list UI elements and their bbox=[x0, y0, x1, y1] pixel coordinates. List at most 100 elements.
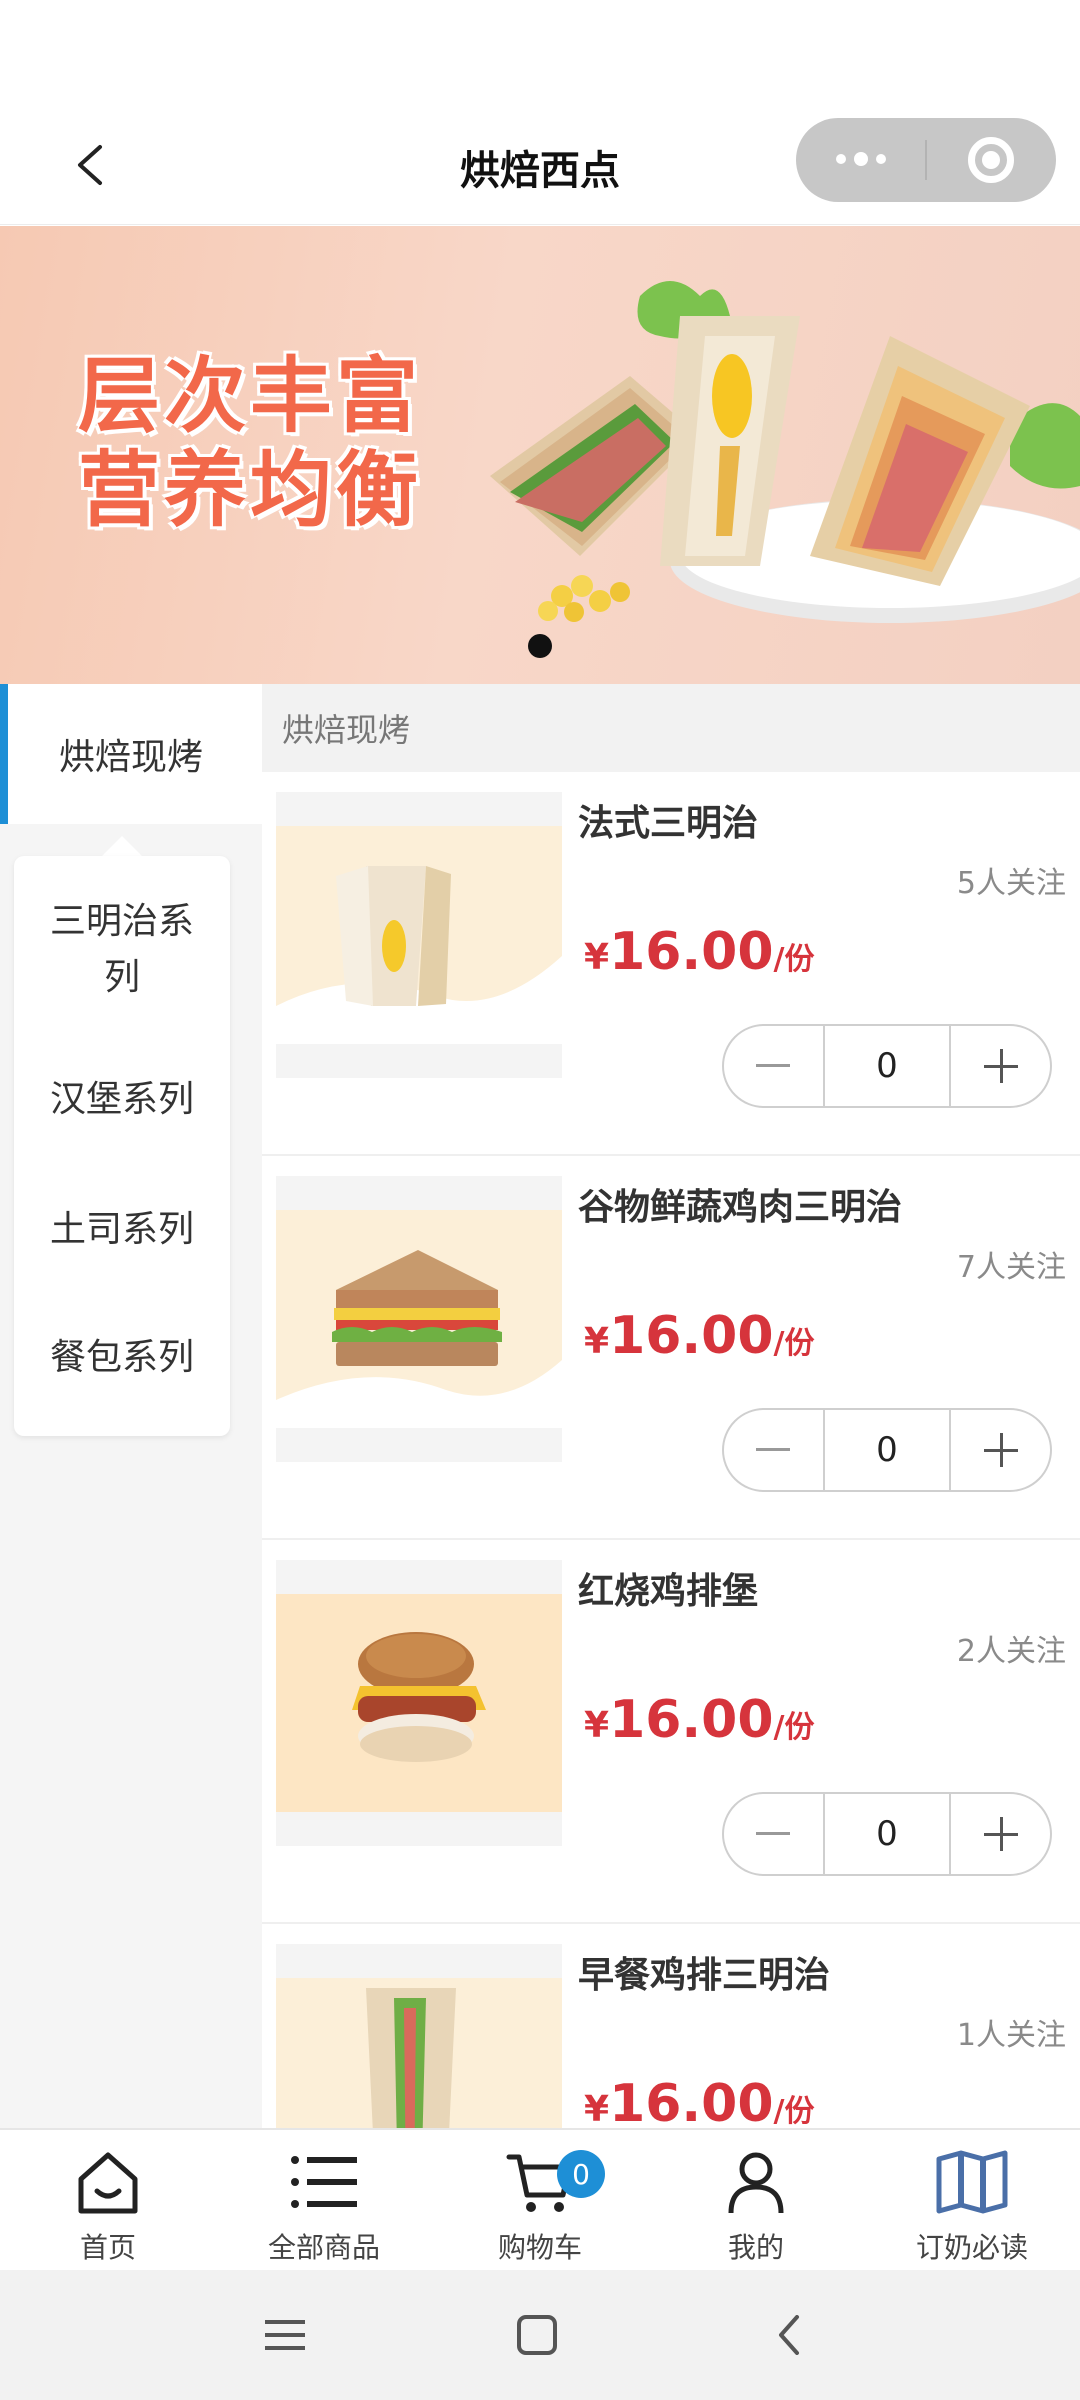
tab-cart-label: 购物车 bbox=[497, 2231, 582, 2264]
status-area bbox=[0, 0, 1080, 110]
subcategory-item-burger[interactable]: 汉堡系列 bbox=[14, 1072, 230, 1128]
price-currency: ¥ bbox=[584, 937, 610, 978]
tab-all-products-label: 全部商品 bbox=[267, 2231, 380, 2264]
quantity-stepper: 0 bbox=[722, 1024, 1052, 1108]
more-button[interactable] bbox=[796, 118, 925, 202]
menu-icon bbox=[265, 2320, 305, 2350]
product-price: ¥16.00/份 bbox=[584, 2074, 815, 2128]
promo-banner[interactable]: 层次丰富 营养均衡 bbox=[0, 226, 1080, 684]
product-price: ¥16.00/份 bbox=[584, 1306, 815, 1366]
decrease-button[interactable] bbox=[724, 1794, 823, 1874]
product-name[interactable]: 红烧鸡排堡 bbox=[578, 1562, 758, 1614]
category-sidebar: 烘焙现烤 三明治系 列 汉堡系列 土司系列 餐包系列 bbox=[0, 684, 262, 2128]
tab-guide[interactable]: 订奶必读 bbox=[864, 2130, 1080, 2272]
quantity-stepper: 0 bbox=[722, 1408, 1052, 1492]
minus-icon bbox=[756, 1448, 791, 1451]
product-image[interactable] bbox=[276, 1944, 562, 2128]
price-value: 16.00 bbox=[609, 2074, 774, 2128]
carousel-indicator-dot[interactable] bbox=[528, 634, 552, 658]
product-followers: 7人关注 bbox=[956, 1250, 1066, 1285]
tab-mine[interactable]: 我的 bbox=[648, 2130, 864, 2272]
product-item[interactable]: 红烧鸡排堡 2人关注 ¥16.00/份 0 bbox=[262, 1540, 1080, 1924]
product-price: ¥16.00/份 bbox=[584, 922, 815, 982]
banner-line-1: 层次丰富 bbox=[78, 349, 423, 444]
tab-home[interactable]: 首页 bbox=[0, 2130, 216, 2272]
close-miniprogram-button[interactable] bbox=[927, 118, 1056, 202]
product-name[interactable]: 法式三明治 bbox=[578, 794, 758, 846]
navbar: 烘焙西点 bbox=[0, 110, 1080, 225]
tab-cart[interactable]: 0 购物车 bbox=[432, 2130, 648, 2272]
cart-count-badge: 0 bbox=[557, 2150, 605, 2198]
chevron-left-icon bbox=[78, 145, 102, 185]
sandwich-image bbox=[276, 1978, 562, 2128]
product-name[interactable]: 早餐鸡排三明治 bbox=[578, 1946, 830, 1998]
tab-guide-label: 订奶必读 bbox=[915, 2231, 1028, 2264]
increase-button[interactable] bbox=[951, 1410, 1050, 1490]
sandwich-plate-illustration bbox=[490, 281, 1080, 623]
quantity-value[interactable]: 0 bbox=[822, 1410, 952, 1490]
tab-mine-label: 我的 bbox=[727, 2231, 784, 2264]
price-unit: /份 bbox=[773, 942, 815, 977]
target-circle-icon bbox=[968, 137, 1015, 183]
subcategory-card: 三明治系 列 汉堡系列 土司系列 餐包系列 bbox=[14, 856, 230, 1436]
product-followers: 5人关注 bbox=[956, 866, 1066, 901]
product-image[interactable] bbox=[276, 1560, 562, 1846]
map-icon bbox=[936, 2150, 1008, 2214]
product-item[interactable]: 法式三明治 5人关注 ¥16.00/份 0 bbox=[262, 772, 1080, 1156]
plus-icon bbox=[983, 1433, 1018, 1467]
product-followers: 2人关注 bbox=[956, 1634, 1066, 1669]
banner-line-2: 营养均衡 bbox=[78, 443, 423, 538]
price-currency: ¥ bbox=[584, 1705, 610, 1746]
product-name[interactable]: 谷物鲜蔬鸡肉三明治 bbox=[578, 1178, 902, 1230]
increase-button[interactable] bbox=[951, 1026, 1050, 1106]
burger-image bbox=[276, 1594, 562, 1812]
price-unit: /份 bbox=[773, 2094, 815, 2128]
category-item-active[interactable]: 烘焙现烤 bbox=[0, 684, 262, 824]
plus-icon bbox=[983, 1817, 1018, 1851]
product-item[interactable]: 早餐鸡排三明治 1人关注 ¥16.00/份 bbox=[262, 1924, 1080, 2128]
subcategory-item-toast[interactable]: 土司系列 bbox=[14, 1202, 230, 1258]
product-image[interactable] bbox=[276, 792, 562, 1078]
sandwich-image bbox=[276, 826, 562, 1044]
price-value: 16.00 bbox=[609, 1306, 774, 1366]
product-followers: 1人关注 bbox=[956, 2018, 1066, 2053]
product-list[interactable]: 烘焙现烤 法式三明治 5人关注 ¥16.00/份 0 谷物鲜蔬鸡肉三明治 7人关… bbox=[262, 684, 1080, 2128]
tab-all-products[interactable]: 全部商品 bbox=[216, 2130, 432, 2272]
subcategory-item-sandwich[interactable]: 三明治系 列 bbox=[14, 894, 230, 1006]
decrease-button[interactable] bbox=[724, 1026, 823, 1106]
price-value: 16.00 bbox=[609, 922, 774, 982]
square-icon bbox=[517, 2315, 557, 2355]
more-dots-icon bbox=[835, 152, 886, 166]
mini-program-capsule bbox=[796, 118, 1056, 202]
product-price: ¥16.00/份 bbox=[584, 1690, 815, 1750]
subcategory-item-bun[interactable]: 餐包系列 bbox=[14, 1330, 230, 1386]
price-currency: ¥ bbox=[584, 1321, 610, 1362]
increase-button[interactable] bbox=[951, 1794, 1050, 1874]
system-navigation-bar bbox=[0, 2270, 1080, 2400]
price-unit: /份 bbox=[773, 1710, 815, 1745]
quantity-value[interactable]: 0 bbox=[822, 1794, 952, 1874]
list-icon bbox=[291, 2156, 357, 2208]
banner-slogan: 层次丰富 营养均衡 bbox=[78, 350, 422, 538]
subcategory-label-line-2: 列 bbox=[103, 957, 140, 998]
back-arrow-icon bbox=[779, 2315, 799, 2355]
tab-home-label: 首页 bbox=[79, 2231, 136, 2264]
sandwich-image bbox=[276, 1210, 562, 1428]
back-button[interactable] bbox=[60, 135, 120, 195]
product-image[interactable] bbox=[276, 1176, 562, 1462]
subcategory-label-line-1: 三明治系 bbox=[49, 901, 194, 942]
decrease-button[interactable] bbox=[724, 1410, 823, 1490]
recent-apps-button[interactable] bbox=[250, 2300, 320, 2370]
plus-icon bbox=[983, 1049, 1018, 1083]
user-icon bbox=[728, 2152, 784, 2214]
bottom-tab-bar: 首页 全部商品 0 购物车 我的 订奶必读 bbox=[0, 2128, 1080, 2270]
home-system-button[interactable] bbox=[502, 2300, 572, 2370]
minus-icon bbox=[756, 1832, 791, 1835]
product-item[interactable]: 谷物鲜蔬鸡肉三明治 7人关注 ¥16.00/份 0 bbox=[262, 1156, 1080, 1540]
price-currency: ¥ bbox=[584, 2089, 610, 2128]
price-unit: /份 bbox=[773, 1326, 815, 1361]
quantity-value[interactable]: 0 bbox=[822, 1026, 952, 1106]
back-system-button[interactable] bbox=[754, 2300, 824, 2370]
price-value: 16.00 bbox=[609, 1690, 774, 1750]
home-icon bbox=[78, 2152, 138, 2214]
